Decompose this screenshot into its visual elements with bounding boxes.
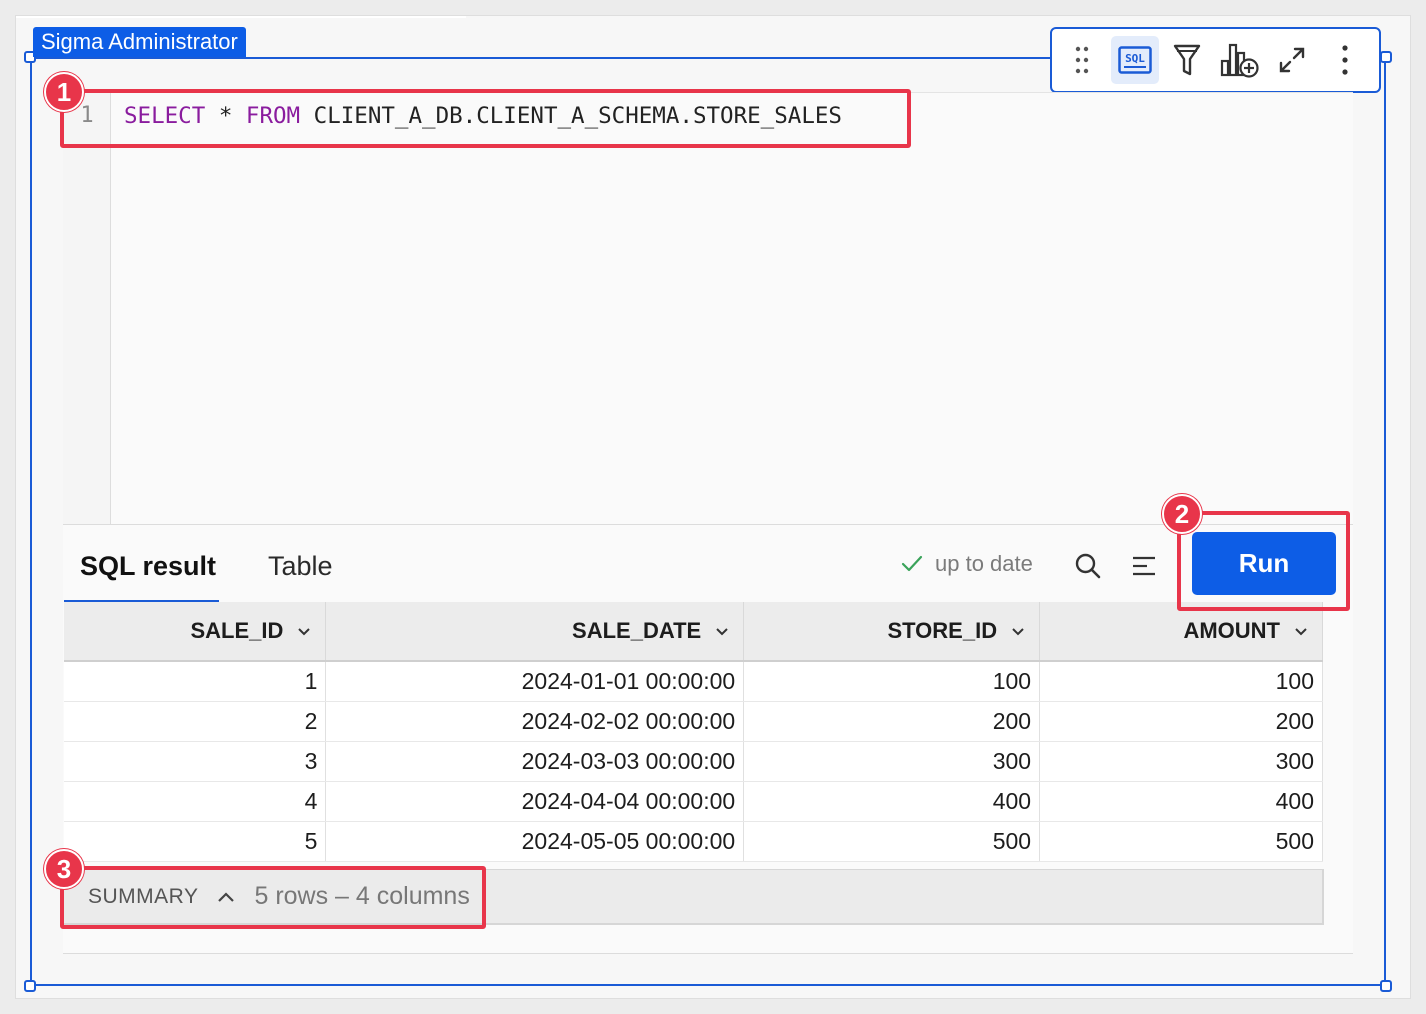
table-row: 2 2024-02-02 00:00:00 200 200 — [64, 701, 1323, 742]
resize-handle-bottom-left[interactable] — [24, 980, 36, 992]
results-table: SALE_ID SALE_DATE STORE_ID AMOUNT 1 2024… — [64, 602, 1323, 862]
status-text: up to date — [935, 551, 1033, 576]
add-chart-button[interactable] — [1216, 36, 1265, 84]
table-cell[interactable]: 2024-04-04 00:00:00 — [325, 781, 745, 822]
table-row: 4 2024-04-04 00:00:00 400 400 — [64, 781, 1323, 822]
sql-icon: SQL — [1118, 46, 1152, 74]
column-header-sale-date[interactable]: SALE_DATE — [325, 602, 745, 662]
callout-box-sql — [60, 89, 911, 148]
chevron-down-icon[interactable] — [1011, 627, 1025, 637]
drag-handle-icon — [1076, 46, 1089, 74]
more-vertical-icon — [1342, 45, 1348, 75]
table-row: 5 2024-05-05 00:00:00 500 500 — [64, 821, 1323, 862]
expand-icon — [1280, 47, 1305, 73]
owner-tag: Sigma Administrator — [33, 27, 246, 57]
table-cell[interactable]: 400 — [743, 781, 1041, 822]
sql-button[interactable]: SQL — [1110, 36, 1159, 84]
format-button[interactable] — [1129, 551, 1159, 581]
callout-badge-3: 3 — [44, 849, 84, 889]
table-row: 1 2024-01-01 00:00:00 100 100 — [64, 661, 1323, 702]
column-header-sale-id[interactable]: SALE_ID — [64, 602, 327, 662]
resize-handle-top-right[interactable] — [1380, 51, 1392, 63]
sql-editor[interactable]: 1 SELECT * FROM CLIENT_A_DB.CLIENT_A_SCH… — [63, 92, 1353, 524]
table-cell[interactable]: 200 — [1039, 701, 1323, 742]
table-header-row: SALE_ID SALE_DATE STORE_ID AMOUNT — [64, 602, 1323, 662]
text-align-icon — [1133, 556, 1155, 576]
expand-button[interactable] — [1268, 36, 1317, 84]
table-cell[interactable]: 2024-01-01 00:00:00 — [325, 661, 745, 702]
callout-badge-1: 1 — [44, 72, 84, 112]
table-cell[interactable]: 300 — [743, 741, 1041, 782]
table-cell[interactable]: 400 — [1039, 781, 1323, 822]
table-cell[interactable]: 2024-02-02 00:00:00 — [325, 701, 745, 742]
table-cell[interactable]: 300 — [1039, 741, 1323, 782]
chevron-down-icon[interactable] — [297, 627, 311, 637]
table-cell[interactable]: 500 — [1039, 821, 1323, 862]
results-tabs: SQL result Table up to date Run — [63, 525, 1353, 604]
tab-table[interactable]: Table — [268, 551, 333, 582]
table-cell[interactable]: 1 — [64, 661, 327, 702]
search-icon — [1075, 553, 1101, 579]
line-gutter: 1 — [63, 93, 111, 524]
column-header-label: STORE_ID — [887, 618, 998, 643]
callout-box-summary — [60, 866, 486, 929]
column-header-store-id[interactable]: STORE_ID — [743, 602, 1041, 662]
add-chart-icon — [1220, 43, 1259, 78]
more-options-button[interactable] — [1321, 36, 1370, 84]
element-toolbar: SQL — [1050, 27, 1381, 93]
table-cell[interactable]: 200 — [743, 701, 1041, 742]
check-icon — [901, 555, 923, 572]
column-header-label: AMOUNT — [1183, 618, 1280, 643]
table-cell[interactable]: 3 — [64, 741, 327, 782]
filter-button[interactable] — [1163, 36, 1212, 84]
column-header-label: SALE_DATE — [572, 618, 702, 643]
sql-icon-label: SQL — [1125, 52, 1145, 65]
search-button[interactable] — [1073, 551, 1103, 581]
table-cell[interactable]: 2 — [64, 701, 327, 742]
table-cell[interactable]: 5 — [64, 821, 327, 862]
table-cell[interactable]: 100 — [743, 661, 1041, 702]
page-top-line — [16, 16, 466, 18]
chevron-down-icon[interactable] — [1294, 627, 1308, 637]
filter-icon — [1174, 44, 1201, 76]
table-row: 3 2024-03-03 00:00:00 300 300 — [64, 741, 1323, 782]
table-cell[interactable]: 100 — [1039, 661, 1323, 702]
status-indicator: up to date — [901, 551, 1033, 577]
table-cell[interactable]: 500 — [743, 821, 1041, 862]
column-header-label: SALE_ID — [190, 618, 284, 643]
tab-sql-result[interactable]: SQL result — [80, 551, 216, 582]
drag-handle-button[interactable] — [1058, 36, 1107, 84]
resize-handle-bottom-right[interactable] — [1380, 980, 1392, 992]
chevron-down-icon[interactable] — [715, 627, 729, 637]
callout-box-run — [1177, 511, 1350, 611]
callout-badge-2: 2 — [1162, 494, 1202, 534]
table-cell[interactable]: 2024-03-03 00:00:00 — [325, 741, 745, 782]
table-cell[interactable]: 2024-05-05 00:00:00 — [325, 821, 745, 862]
table-cell[interactable]: 4 — [64, 781, 327, 822]
